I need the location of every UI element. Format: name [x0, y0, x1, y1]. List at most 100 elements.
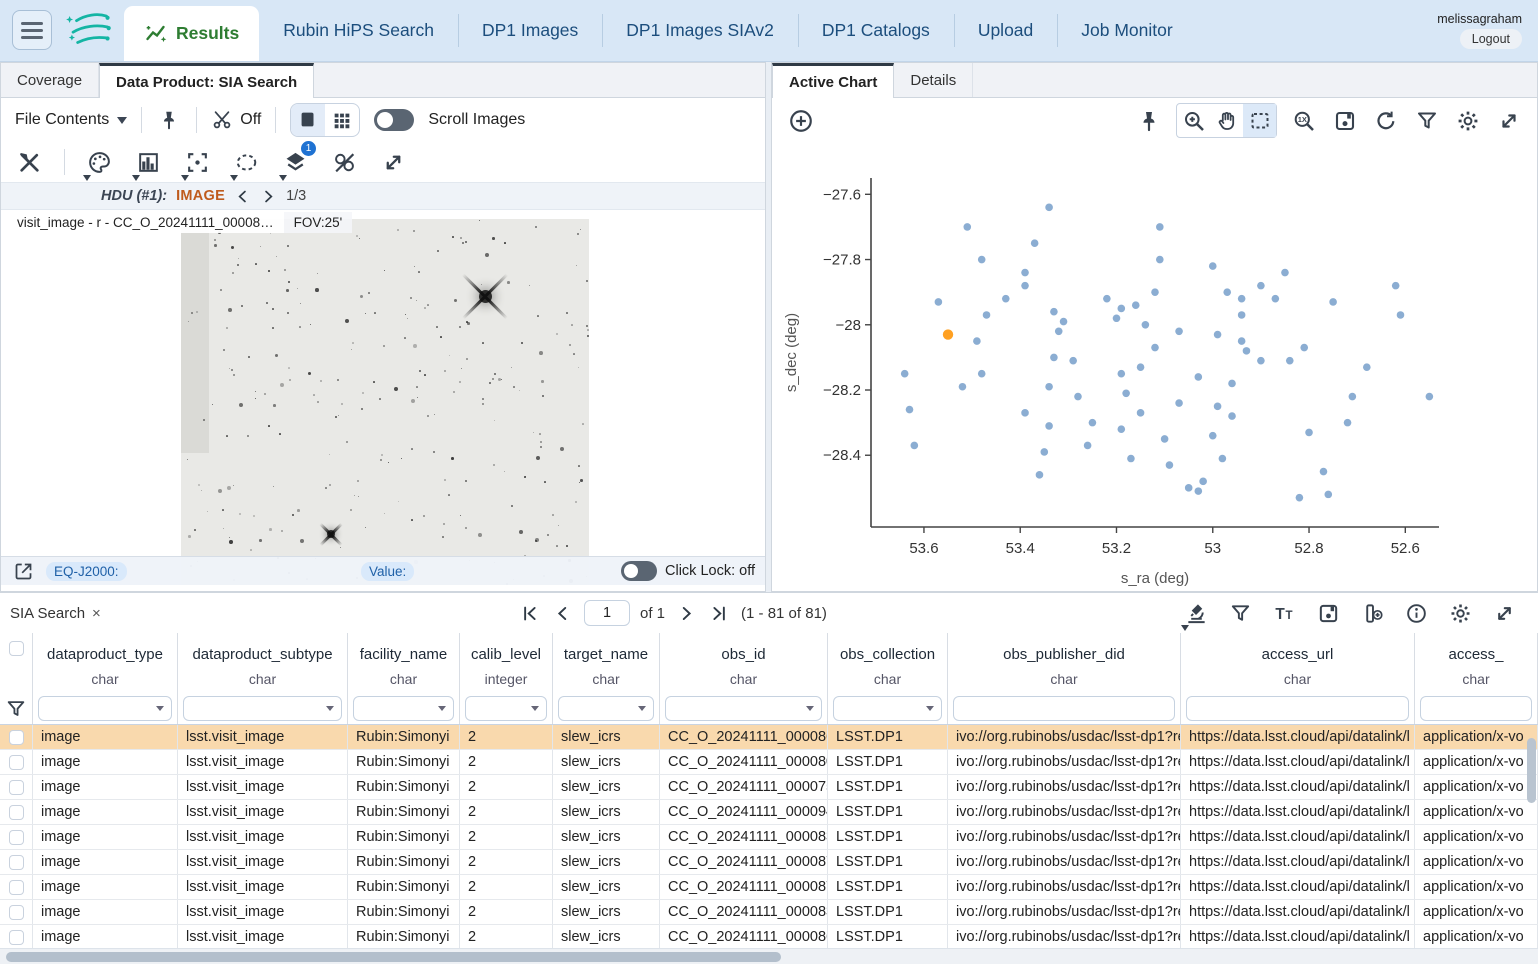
- expand-viewer-button[interactable]: [11, 559, 36, 584]
- table-row[interactable]: imagelsst.visit_imageRubin:Simonyi2slew_…: [0, 850, 1538, 875]
- row-checkbox[interactable]: [9, 805, 24, 820]
- obs_collection-filter-select[interactable]: [833, 696, 942, 721]
- dataproduct_subtype-filter-select[interactable]: [183, 696, 342, 721]
- nav-tab-upload[interactable]: Upload: [954, 0, 1057, 61]
- column-header-access_[interactable]: access_: [1415, 633, 1538, 665]
- add-column-button[interactable]: [1359, 600, 1386, 627]
- column-header-calib_level[interactable]: calib_level: [460, 633, 553, 665]
- column-header-facility_name[interactable]: facility_name: [348, 633, 460, 665]
- row-checkbox[interactable]: [9, 830, 24, 845]
- starfield-image[interactable]: [181, 219, 589, 585]
- column-header-target_name[interactable]: target_name: [553, 633, 660, 665]
- fits-image-viewer[interactable]: visit_image - r - CC_O_20241111_00008… F…: [1, 210, 765, 591]
- filter-button[interactable]: [1413, 107, 1441, 135]
- pin-button[interactable]: [1135, 107, 1163, 135]
- table-row[interactable]: imagelsst.visit_imageRubin:Simonyi2slew_…: [0, 875, 1538, 900]
- row-checkbox[interactable]: [9, 755, 24, 770]
- tools-button[interactable]: [15, 148, 44, 177]
- grid-view-button[interactable]: [325, 104, 359, 136]
- dataproduct_type-filter-select[interactable]: [38, 696, 172, 721]
- expand-button[interactable]: [379, 148, 408, 177]
- scatter-chart[interactable]: 53.653.453.25352.852.6−27.6−27.8−28−28.2…: [772, 143, 1537, 591]
- histogram-button[interactable]: [134, 148, 163, 177]
- area-select-button[interactable]: [1243, 104, 1276, 137]
- first-page-button[interactable]: [518, 602, 541, 625]
- table-row[interactable]: imagelsst.visit_imageRubin:Simonyi2slew_…: [0, 825, 1538, 850]
- select-all-checkbox[interactable]: [9, 641, 24, 656]
- hdu-next-button[interactable]: [260, 188, 277, 205]
- pin-image-button[interactable]: [156, 107, 182, 133]
- logout-button[interactable]: Logout: [1460, 29, 1522, 49]
- table-row[interactable]: imagelsst.visit_imageRubin:Simonyi2slew_…: [0, 750, 1538, 775]
- column-header-obs_id[interactable]: obs_id: [660, 633, 828, 665]
- target_name-filter-select[interactable]: [558, 696, 654, 721]
- click-lock-toggle[interactable]: [621, 561, 657, 581]
- obs_id-filter-select[interactable]: [665, 696, 822, 721]
- table-row[interactable]: imagelsst.visit_imageRubin:Simonyi2slew_…: [0, 800, 1538, 825]
- access_url-filter-input[interactable]: [1186, 696, 1409, 721]
- column-header-obs_collection[interactable]: obs_collection: [828, 633, 948, 665]
- nav-tab-job-monitor[interactable]: Job Monitor: [1057, 0, 1196, 61]
- row-checkbox[interactable]: [9, 930, 24, 945]
- menu-hamburger-button[interactable]: [12, 10, 52, 50]
- next-page-button[interactable]: [675, 602, 698, 625]
- row-checkbox[interactable]: [9, 780, 24, 795]
- row-checkbox[interactable]: [9, 855, 24, 870]
- save-button[interactable]: [1331, 107, 1359, 135]
- page-number-input[interactable]: [584, 600, 630, 626]
- row-checkbox[interactable]: [9, 880, 24, 895]
- access_-filter-input[interactable]: [1420, 696, 1532, 721]
- column-header-obs_publisher_did[interactable]: obs_publisher_did: [948, 633, 1181, 665]
- table-row[interactable]: imagelsst.visit_imageRubin:Simonyi2slew_…: [0, 900, 1538, 925]
- text-options-button[interactable]: [1271, 600, 1298, 627]
- save-button[interactable]: [1315, 600, 1342, 627]
- unlink-button[interactable]: [330, 148, 359, 177]
- close-icon[interactable]: ×: [92, 605, 101, 622]
- tab-details[interactable]: Details: [894, 63, 973, 97]
- table-row[interactable]: imagelsst.visit_imageRubin:Simonyi2slew_…: [0, 725, 1538, 750]
- table-row[interactable]: imagelsst.visit_imageRubin:Simonyi2slew_…: [0, 775, 1538, 800]
- table-row[interactable]: imagelsst.visit_imageRubin:Simonyi2slew_…: [0, 925, 1538, 948]
- column-header-dataproduct_type[interactable]: dataproduct_type: [33, 633, 178, 665]
- tab-data-product-sia-search[interactable]: Data Product: SIA Search: [99, 63, 314, 98]
- row-checkbox[interactable]: [9, 730, 24, 745]
- last-page-button[interactable]: [708, 602, 731, 625]
- tab-coverage[interactable]: Coverage: [1, 63, 99, 97]
- nav-tab-dp1-catalogs[interactable]: DP1 Catalogs: [798, 0, 954, 61]
- crop-toggle-button[interactable]: Off: [211, 109, 261, 131]
- select-region-button[interactable]: [232, 148, 261, 177]
- nav-tab-rubin-hips-search[interactable]: Rubin HiPS Search: [259, 0, 458, 61]
- add-chart-button[interactable]: [786, 106, 816, 136]
- expand-button[interactable]: [1495, 107, 1523, 135]
- row-checkbox[interactable]: [9, 905, 24, 920]
- horizontal-scrollbar[interactable]: [0, 948, 1538, 964]
- nav-tab-results[interactable]: Results: [124, 6, 259, 61]
- settings-button[interactable]: [1447, 600, 1474, 627]
- info-button[interactable]: [1403, 600, 1430, 627]
- layers-button[interactable]: 1: [281, 148, 310, 177]
- filter-button[interactable]: [1227, 600, 1254, 627]
- nav-tab-dp1-images-siav2[interactable]: DP1 Images SIAv2: [602, 0, 798, 61]
- prev-page-button[interactable]: [551, 602, 574, 625]
- tab-active-chart[interactable]: Active Chart: [772, 63, 894, 98]
- color-palette-button[interactable]: [85, 148, 114, 177]
- obs_publisher_did-filter-input[interactable]: [953, 696, 1175, 721]
- column-header-dataproduct_subtype[interactable]: dataproduct_subtype: [178, 633, 348, 665]
- microscope-button[interactable]: [1183, 600, 1210, 627]
- settings-button[interactable]: [1454, 107, 1482, 135]
- expand-button[interactable]: [1491, 600, 1518, 627]
- file-contents-dropdown[interactable]: File Contents: [15, 111, 127, 129]
- restore-button[interactable]: [1372, 107, 1400, 135]
- zoom-in-button[interactable]: [1177, 104, 1210, 137]
- recenter-button[interactable]: [183, 148, 212, 177]
- nav-tab-dp1-images[interactable]: DP1 Images: [458, 0, 602, 61]
- facility_name-filter-select[interactable]: [353, 696, 454, 721]
- pan-button[interactable]: [1210, 104, 1243, 137]
- zoom-original-button[interactable]: [1290, 107, 1318, 135]
- hdu-prev-button[interactable]: [234, 188, 251, 205]
- scroll-images-toggle[interactable]: [374, 109, 414, 131]
- calib_level-filter-select[interactable]: [465, 696, 547, 721]
- single-view-button[interactable]: [291, 104, 325, 136]
- scrollbar-thumb[interactable]: [6, 952, 781, 962]
- column-header-access_url[interactable]: access_url: [1181, 633, 1415, 665]
